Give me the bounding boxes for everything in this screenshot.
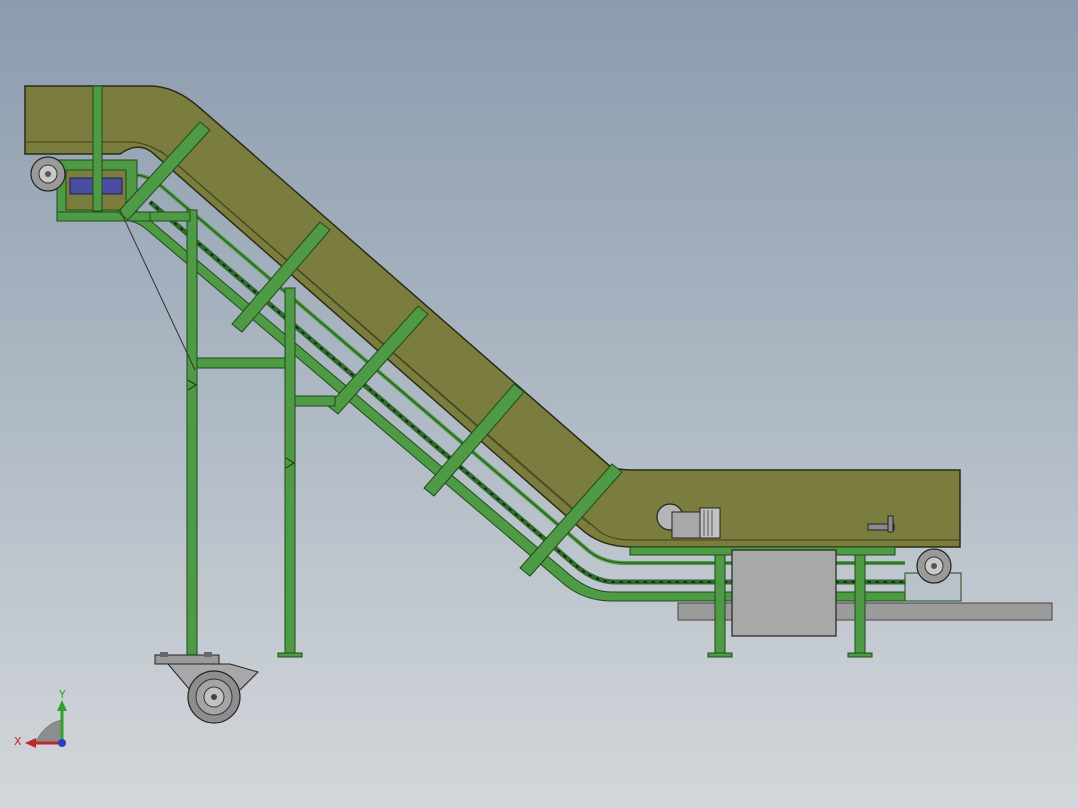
control-cabinet[interactable]: [731, 549, 837, 637]
triad-plane: [34, 719, 63, 744]
graphics-viewport[interactable]: Y X: [0, 0, 1078, 808]
y-axis-arrow: [57, 700, 67, 711]
coordinate-triad: Y X: [14, 688, 67, 748]
frame-markers: [187, 379, 295, 469]
housing-edge-line-2: [159, 149, 591, 526]
x-axis-label: X: [14, 735, 22, 748]
y-axis-label: Y: [58, 688, 66, 701]
head-vertical-post[interactable]: [92, 85, 103, 212]
foot-pad: [277, 652, 303, 658]
head-sprocket[interactable]: [30, 156, 66, 192]
caster-wheel[interactable]: [154, 652, 259, 724]
x-axis-arrow: [25, 738, 36, 748]
conveyor-model[interactable]: [0, 0, 1078, 808]
tail-sprocket[interactable]: [916, 548, 952, 584]
z-axis-dot: [58, 739, 66, 747]
